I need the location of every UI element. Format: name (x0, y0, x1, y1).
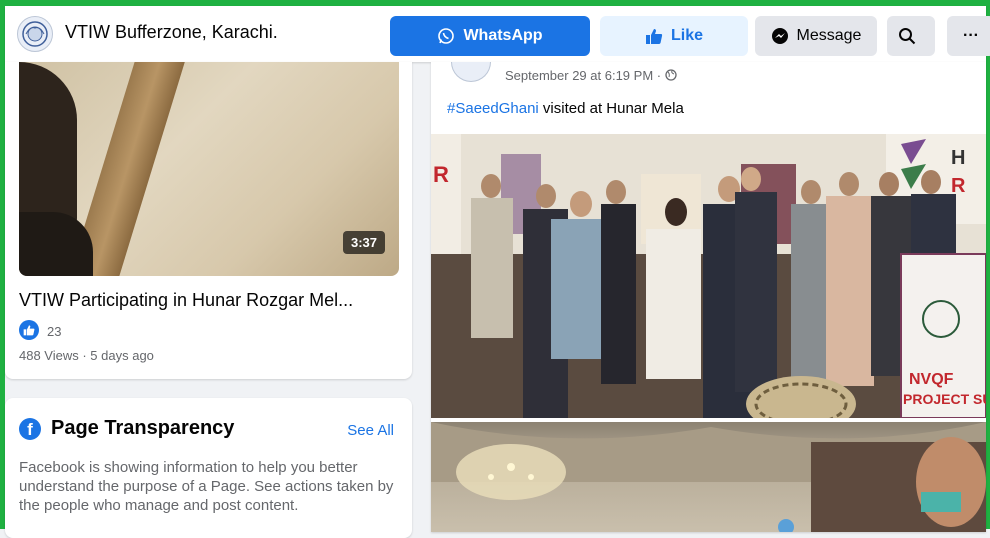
see-all-link[interactable]: See All (347, 422, 394, 439)
globe-icon (665, 69, 677, 81)
post-avatar[interactable] (451, 62, 491, 82)
banner-text-line1: NVQF (909, 371, 954, 388)
message-button-label: Message (796, 27, 862, 44)
video-title[interactable]: VTIW Participating in Hunar Rozgar Mel..… (19, 290, 353, 311)
banner-text-line2: PROJECT SUPPO (903, 391, 986, 407)
video-duration-badge: 3:37 (342, 231, 385, 254)
event-photo-illustration: R H R NVQF PROJECT S (431, 134, 986, 418)
post-photo-2[interactable] (431, 422, 986, 532)
event-photo-2-illustration (431, 422, 986, 532)
thumbs-up-icon (645, 29, 663, 44)
whatsapp-button-label: WhatsApp (463, 27, 543, 44)
post-body-text: visited at Hunar Mela (538, 100, 684, 117)
messenger-icon (771, 28, 788, 44)
page-title[interactable]: VTIW Bufferzone, Karachi. (65, 22, 278, 43)
emblem-icon (22, 21, 48, 47)
post-photo-1[interactable]: R H R NVQF PROJECT S (431, 134, 986, 418)
post-card: September 29 at 6:19 PM · #SaeedGhani vi… (431, 62, 986, 532)
post-text: #SaeedGhani visited at Hunar Mela (447, 100, 684, 117)
svg-text:H: H (951, 147, 965, 169)
page-transparency-card: f Page Transparency See All Facebook is … (5, 398, 412, 538)
page-transparency-title: Page Transparency (51, 417, 235, 439)
search-button[interactable] (887, 16, 935, 56)
post-timestamp[interactable]: September 29 at 6:19 PM · (505, 68, 677, 83)
video-card: 3:37 VTIW Participating in Hunar Rozgar … (5, 62, 412, 379)
whatsapp-icon (438, 28, 455, 44)
more-options-button[interactable]: ··· (947, 16, 990, 56)
like-reaction-icon (19, 320, 39, 340)
frame-right-border (986, 0, 990, 529)
svg-text:R: R (433, 162, 449, 187)
video-thumbnail[interactable]: 3:37 (19, 62, 399, 276)
like-button[interactable]: Like (600, 16, 748, 56)
facebook-icon: f (19, 418, 41, 440)
reaction-count[interactable]: 23 (47, 324, 61, 339)
page-logo[interactable] (17, 16, 53, 52)
more-options-icon: ··· (963, 27, 979, 44)
video-meta: 488 Views · 5 days ago (19, 348, 154, 363)
message-button[interactable]: Message (755, 16, 877, 56)
page-header: VTIW Bufferzone, Karachi. WhatsApp Like … (5, 6, 990, 62)
svg-text:R: R (951, 175, 966, 197)
post-date-text: September 29 at 6:19 PM · (505, 68, 665, 83)
thumbnail-shoe (19, 212, 93, 276)
like-button-label: Like (670, 27, 703, 44)
hashtag-link[interactable]: #SaeedGhani (447, 100, 539, 117)
whatsapp-button[interactable]: WhatsApp (390, 16, 590, 56)
page-transparency-description: Facebook is showing information to help … (19, 459, 394, 514)
search-icon (899, 28, 916, 45)
